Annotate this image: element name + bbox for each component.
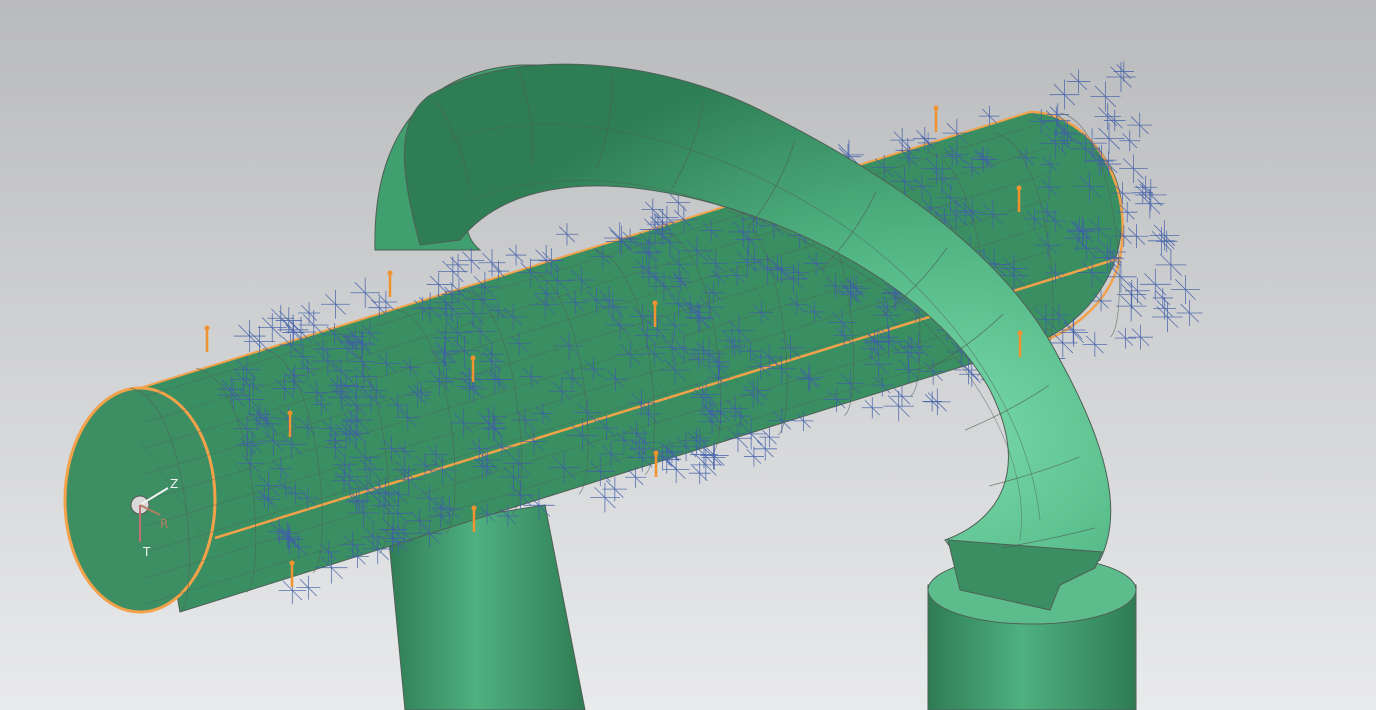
model-view[interactable]: Z R T xyxy=(0,0,1376,710)
graphics-viewport[interactable]: Z R T xyxy=(0,0,1376,710)
csys-z-label: Z xyxy=(170,477,178,491)
csys-t-label: T xyxy=(142,545,151,559)
csys-r-label: R xyxy=(160,517,168,531)
